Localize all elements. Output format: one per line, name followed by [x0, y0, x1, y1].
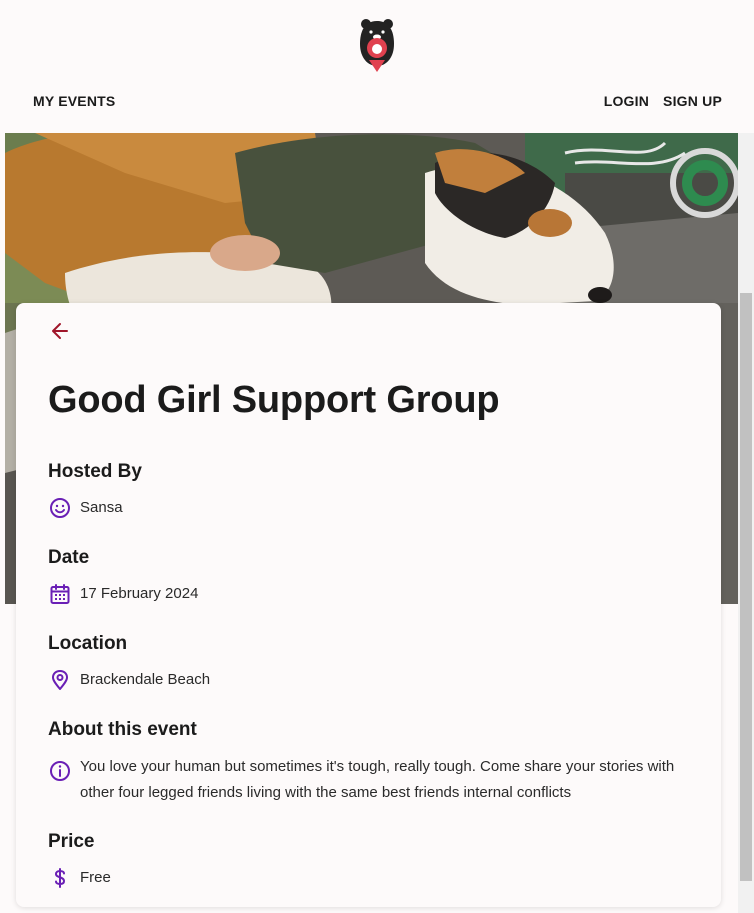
date-section: Date 17 February 2024: [48, 547, 198, 606]
bear-logo-icon[interactable]: [358, 18, 396, 74]
calendar-icon: [48, 582, 72, 606]
about-section: About this event You love your human but…: [48, 719, 688, 806]
page-scrollbar[interactable]: [738, 133, 754, 913]
dollar-icon: [48, 866, 72, 890]
event-price: Free: [80, 869, 111, 886]
hosted-by-section: Hosted By Sansa: [48, 461, 142, 520]
info-icon: [48, 759, 72, 783]
date-heading: Date: [48, 547, 90, 568]
location-heading: Location: [48, 633, 128, 654]
price-heading: Price: [48, 831, 95, 852]
event-details-card: Good Girl Support Group Hosted By Sansa …: [16, 303, 721, 907]
about-heading: About this event: [48, 719, 197, 740]
auth-nav: LOGIN SIGN UP: [604, 93, 722, 109]
host-name: Sansa: [80, 499, 123, 516]
hosted-by-heading: Hosted By: [48, 461, 142, 482]
event-title: Good Girl Support Group: [48, 379, 500, 421]
back-arrow-icon[interactable]: [50, 321, 70, 341]
location-pin-icon: [48, 668, 72, 692]
price-section: Price Free: [48, 831, 111, 890]
event-location: Brackendale Beach: [80, 671, 211, 688]
signup-link[interactable]: SIGN UP: [663, 93, 722, 109]
login-link[interactable]: LOGIN: [604, 93, 649, 109]
event-description: You love your human but sometimes it's t…: [80, 758, 675, 801]
event-date: 17 February 2024: [80, 585, 199, 602]
my-events-link[interactable]: MY EVENTS: [33, 93, 115, 109]
location-section: Location Brackendale Beach: [48, 633, 210, 692]
scrollbar-thumb[interactable]: [740, 293, 752, 881]
smiley-icon: [48, 496, 72, 520]
site-header: MY EVENTS LOGIN SIGN UP: [0, 0, 738, 133]
